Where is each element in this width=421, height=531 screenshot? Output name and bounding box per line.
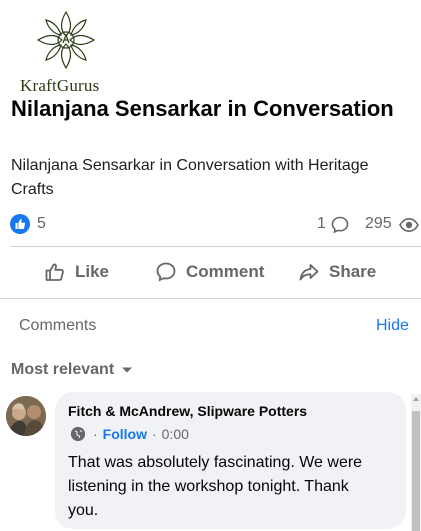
comment-button[interactable]: Comment (155, 253, 264, 291)
lotus-icon (36, 10, 96, 70)
comment-bubble-icon (331, 216, 349, 234)
thumbs-up-icon (45, 263, 64, 281)
meta-separator: · (93, 426, 98, 442)
divider-top (10, 246, 421, 247)
comment-author[interactable]: Fitch & McAndrew, Slipware Potters (68, 403, 307, 419)
share-label: Share (329, 262, 377, 281)
divider-bottom (0, 298, 421, 299)
comment-label: Comment (186, 262, 265, 281)
comment-count[interactable]: 1 (317, 215, 326, 233)
reaction-stats: 5 1 295 (0, 212, 421, 238)
like-label: Like (75, 262, 110, 281)
comment-sort-dropdown[interactable]: Most relevant (11, 361, 133, 379)
view-count: 295 (365, 215, 392, 232)
like-button[interactable]: Like (44, 253, 109, 291)
logo-text: KraftGurus (20, 76, 100, 95)
scrollbar[interactable] (411, 394, 421, 531)
kraftgurus-logo: KraftGurus (16, 6, 116, 95)
scroll-up-arrow-icon[interactable] (413, 397, 419, 401)
caret-down-icon (122, 367, 133, 373)
sort-label: Most relevant (11, 361, 115, 378)
globe-icon (71, 427, 85, 441)
comment-bubble: Fitch & McAndrew, Slipware Potters · Fol… (55, 392, 406, 529)
hide-comments-link[interactable]: Hide (376, 317, 409, 335)
like-reaction-icon[interactable] (10, 214, 30, 234)
action-bar: Like Comment Share (0, 253, 421, 291)
avatar[interactable] (6, 396, 46, 436)
eye-icon (399, 217, 419, 233)
scroll-thumb[interactable] (412, 411, 420, 531)
comment-text: That was absolutely fascinating. We were… (68, 454, 363, 519)
comment-time[interactable]: 0:00 (162, 426, 189, 442)
meta-separator-2: · (152, 426, 157, 442)
comment-icon (156, 262, 176, 282)
comments-heading: Comments (19, 317, 97, 334)
like-count[interactable]: 5 (37, 215, 46, 233)
share-button[interactable]: Share (298, 253, 376, 291)
comment-meta: · Follow · 0:00 (71, 426, 189, 442)
share-icon (299, 264, 319, 281)
post-title: Nilanjana Sensarkar in Conversation (11, 96, 394, 121)
follow-button[interactable]: Follow (103, 426, 147, 442)
post-subtitle: Nilanjana Sensarkar in Conversation with… (11, 157, 369, 198)
